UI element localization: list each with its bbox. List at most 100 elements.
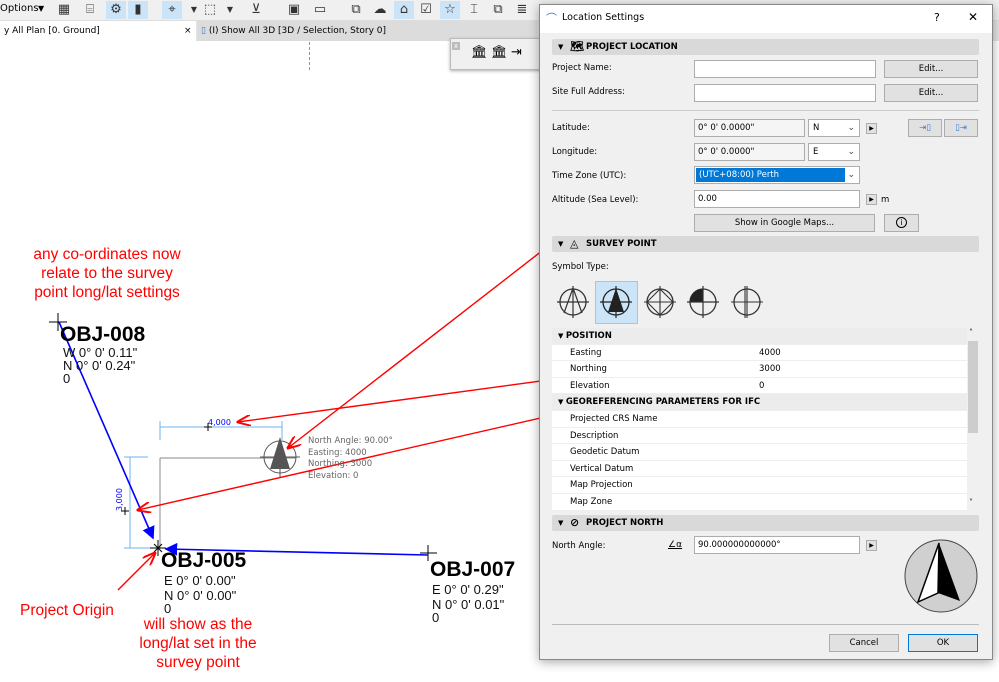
object-obj-008[interactable]: OBJ-008 W 0° 0' 0.11" N 0° 0' 0.24" 0 xyxy=(60,324,145,386)
site-address-label: Site Full Address: xyxy=(552,87,625,97)
symbol-type-label: Symbol Type: xyxy=(552,262,609,272)
georef-group-header[interactable]: ▼ GEOREFERENCING PARAMETERS FOR IFC xyxy=(552,394,967,411)
property-name: Map Projection xyxy=(570,480,633,491)
info-icon: i xyxy=(896,217,907,228)
divider xyxy=(552,624,979,625)
property-row-northing[interactable]: Northing 3000 xyxy=(552,361,967,378)
collapse-triangle-icon: ▼ xyxy=(558,240,564,248)
survey-point-property-table: ▼ POSITION Easting 4000 Northing 3000 Elev… xyxy=(552,328,967,511)
altitude-label: Altitude (Sea Level): xyxy=(552,195,639,205)
position-group-header[interactable]: ▼ POSITION xyxy=(552,328,967,345)
survey-symbol-crosshair-icon xyxy=(731,286,763,318)
help-button[interactable]: ? xyxy=(934,11,940,24)
project-name-label: Project Name: xyxy=(552,63,612,73)
scroll-up-icon[interactable]: ˄ xyxy=(969,328,973,337)
divider xyxy=(552,110,979,111)
scroll-down-icon[interactable]: ˅ xyxy=(969,498,973,507)
property-name: Easting xyxy=(570,347,602,358)
cancel-button[interactable]: Cancel xyxy=(829,634,899,652)
symbol-type-3[interactable] xyxy=(639,281,682,324)
object-obj-005[interactable]: OBJ-005 E 0° 0' 0.00" N 0° 0' 0.00" 0 xyxy=(161,550,246,616)
survey-symbol-diamond-icon xyxy=(644,286,676,318)
longitude-input[interactable]: 0° 0' 0.0000" xyxy=(694,143,805,161)
property-row-elevation[interactable]: Elevation 0 xyxy=(552,378,967,395)
latitude-options-button[interactable]: ▶ xyxy=(866,123,877,134)
property-name: Projected CRS Name xyxy=(570,414,658,424)
map-pin-icon: 🗺 xyxy=(570,40,584,53)
property-value[interactable]: 4000 xyxy=(759,345,781,361)
site-address-input[interactable] xyxy=(694,84,876,102)
symbol-type-2[interactable] xyxy=(595,281,638,324)
property-name: Northing xyxy=(570,364,607,375)
property-row-projected-crs[interactable]: Projected CRS Name xyxy=(552,411,967,428)
property-row-geodetic-datum[interactable]: Geodetic Datum xyxy=(552,444,967,461)
import-location-button[interactable]: ⇥▯ xyxy=(908,119,942,137)
location-settings-dialog: ⌒ Location Settings ? ✕ ▼ 🗺 PROJECT LOCA… xyxy=(539,4,993,660)
ok-button[interactable]: OK xyxy=(908,634,978,652)
section-survey-point[interactable]: ▼ ◬ SURVEY POINT xyxy=(552,236,979,252)
north-angle-input[interactable]: 90.000000000000° xyxy=(694,536,860,554)
survey-gray-lines xyxy=(159,457,296,548)
collapse-triangle-icon: ▼ xyxy=(558,332,566,340)
section-title: PROJECT LOCATION xyxy=(586,42,678,52)
longitude-direction-select[interactable]: E ⌄ xyxy=(808,143,860,161)
symbol-type-4[interactable] xyxy=(682,281,725,324)
chevron-down-icon: ⌄ xyxy=(847,123,855,133)
section-title: PROJECT NORTH xyxy=(586,518,664,528)
group-title: GEOREFERENCING PARAMETERS FOR IFC xyxy=(565,397,761,408)
altitude-options-button[interactable]: ▶ xyxy=(866,194,877,205)
group-title: POSITION xyxy=(565,331,612,341)
property-name: Map Zone xyxy=(570,497,613,507)
show-google-maps-button[interactable]: Show in Google Maps... xyxy=(694,214,875,232)
north-angle-label: North Angle: xyxy=(552,541,606,551)
chevron-down-icon: ⌄ xyxy=(847,170,855,180)
latitude-input[interactable]: 0° 0' 0.0000" xyxy=(694,119,805,137)
timezone-select[interactable]: (UTC+08:00) Perth ⌄ xyxy=(694,166,860,184)
close-button[interactable]: ✕ xyxy=(968,10,978,24)
property-row-easting[interactable]: Easting 4000 xyxy=(552,345,967,362)
property-name: Vertical Datum xyxy=(570,463,634,474)
north-angle-options-button[interactable]: ▶ xyxy=(866,540,877,551)
collapse-triangle-icon: ▼ xyxy=(558,398,566,407)
compass-icon: ⊘ xyxy=(570,516,580,529)
select-value: (UTC+08:00) Perth xyxy=(696,168,845,182)
symbol-type-1[interactable] xyxy=(552,281,595,324)
longitude-label: Longitude: xyxy=(552,147,598,157)
property-row-vertical-datum[interactable]: Vertical Datum xyxy=(552,461,967,478)
dimension-x-label: 4,000 xyxy=(208,418,231,427)
symbol-type-5[interactable] xyxy=(726,281,769,324)
export-location-button[interactable]: ▯⇥ xyxy=(944,119,978,137)
collapse-triangle-icon: ▼ xyxy=(558,519,564,527)
info-button[interactable]: i xyxy=(884,214,919,232)
section-project-location[interactable]: ▼ 🗺 PROJECT LOCATION xyxy=(552,39,979,55)
survey-symbol-quarter-icon xyxy=(687,286,719,318)
property-name: Elevation xyxy=(570,380,610,391)
dimension-y-label: 3,000 xyxy=(114,488,124,511)
project-name-input[interactable] xyxy=(694,60,876,78)
section-project-north[interactable]: ▼ ⊘ PROJECT NORTH xyxy=(552,515,979,531)
dialog-titlebar[interactable]: ⌒ Location Settings ? ✕ xyxy=(540,5,992,33)
latitude-label: Latitude: xyxy=(552,123,590,133)
north-arrow-preview-icon xyxy=(904,539,978,613)
latitude-direction-select[interactable]: N ⌄ xyxy=(808,119,860,137)
edit-site-address-button[interactable]: Edit... xyxy=(884,84,978,102)
object-obj-007[interactable]: OBJ-007 E 0° 0' 0.29" N 0° 0' 0.01" 0 xyxy=(430,559,515,625)
edit-project-name-button[interactable]: Edit... xyxy=(884,60,978,78)
scrollbar-thumb[interactable] xyxy=(968,341,978,433)
property-value[interactable]: 3000 xyxy=(759,361,781,377)
collapse-triangle-icon: ▼ xyxy=(558,43,564,51)
property-row-map-zone[interactable]: Map Zone xyxy=(552,494,967,511)
angle-icon: ∠α xyxy=(668,540,683,550)
dialog-title: Location Settings xyxy=(562,12,645,23)
property-name: Description xyxy=(570,430,619,441)
property-row-description[interactable]: Description xyxy=(552,428,967,445)
altitude-input[interactable]: 0.00 xyxy=(694,190,860,208)
property-row-map-projection[interactable]: Map Projection xyxy=(552,477,967,494)
property-value[interactable]: 0 xyxy=(759,378,764,394)
select-value: N xyxy=(813,123,820,133)
annotation-note-coordinates: any co-ordinates now relate to the survey… xyxy=(33,246,181,301)
property-name: Geodetic Datum xyxy=(570,447,640,458)
timezone-label: Time Zone (UTC): xyxy=(552,171,627,181)
survey-point-icon: ◬ xyxy=(570,237,579,250)
property-table-scrollbar[interactable]: ˄ ˅ xyxy=(967,328,979,511)
